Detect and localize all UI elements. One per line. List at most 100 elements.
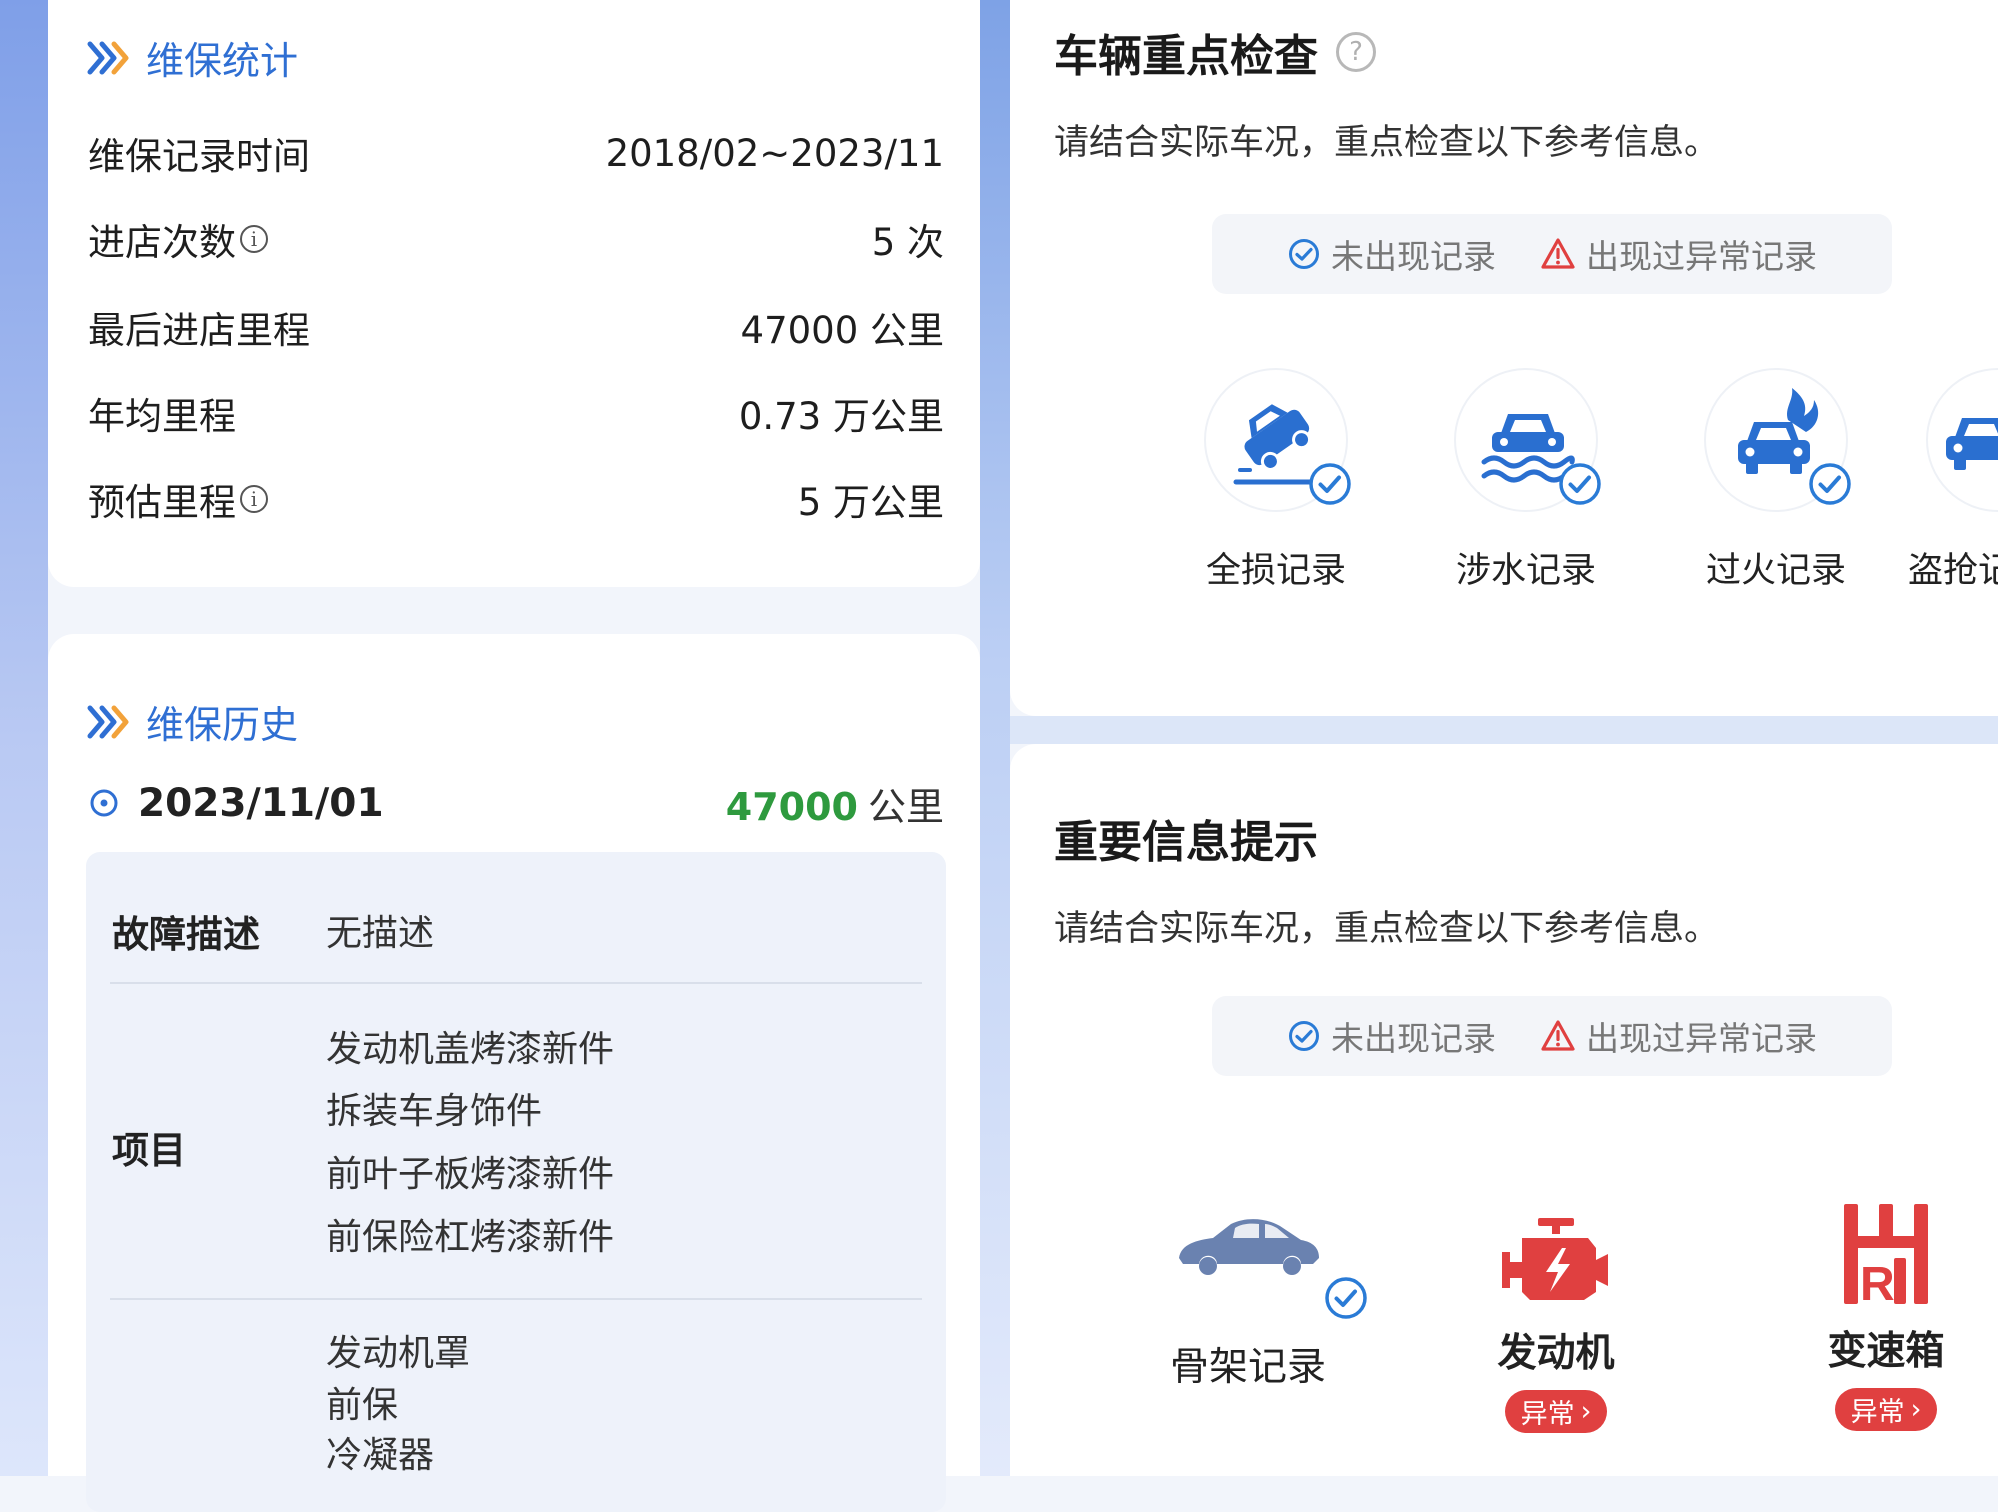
record-mileage: 47000 公里 xyxy=(726,776,944,831)
row-divider xyxy=(110,982,922,984)
status-legend: 未出现记录 出现过异常记录 xyxy=(1212,996,1892,1076)
help-question-icon[interactable]: ? xyxy=(1336,32,1376,72)
important-info-card: 重要信息提示 请结合实际车况，重点检查以下参考信息。 未出现记录 出现过异常记录 xyxy=(1010,744,1998,1476)
important-item-gearbox[interactable]: R 变速箱 异常 › xyxy=(1776,1192,1996,1431)
icon-circle xyxy=(1704,368,1851,512)
part-entry: 发动机罩 xyxy=(326,1333,471,1374)
abnormal-status-button[interactable]: 异常 › xyxy=(1504,1390,1608,1433)
fault-description-label: 故障描述 xyxy=(112,913,260,956)
stat-row-last-mileage: 最后进店里程 47000 公里 xyxy=(88,302,944,352)
info-icon[interactable]: i xyxy=(240,485,268,513)
abnormal-status-button[interactable]: 异常 › xyxy=(1834,1388,1938,1431)
important-info-subtitle: 请结合实际车况，重点检查以下参考信息。 xyxy=(1054,909,1720,949)
key-inspection-title: 车辆重点检查 xyxy=(1054,31,1318,82)
key-inspection-subtitle: 请结合实际车况，重点检查以下参考信息。 xyxy=(1054,123,1720,163)
inspection-item-flood[interactable]: 涉水记录 xyxy=(1426,368,1626,593)
maintenance-stats-card: 维保统计 维保记录时间 2018/02~2023/11 进店次数 i 5 次 最… xyxy=(48,0,980,587)
stat-value: 5 万公里 xyxy=(797,481,944,524)
section-title: 维保统计 xyxy=(146,39,299,83)
ok-check-badge-icon xyxy=(1309,463,1351,505)
record-date-group: 2023/11/01 xyxy=(88,781,384,826)
inspection-item-total-loss[interactable]: 全损记录 xyxy=(1176,368,1376,593)
check-circle-icon xyxy=(1289,239,1319,269)
items-label: 项目 xyxy=(112,1129,186,1172)
item-entry: 拆装车身饰件 xyxy=(326,1091,543,1132)
status-legend: 未出现记录 出现过异常记录 xyxy=(1212,214,1892,294)
inspection-item-fire[interactable]: 过火记录 xyxy=(1676,368,1876,593)
stat-value: 0.73 万公里 xyxy=(738,395,944,438)
double-chevron-icon xyxy=(87,705,129,738)
section-title: 维保历史 xyxy=(146,703,299,747)
part-entry: 冷凝器 xyxy=(326,1435,435,1476)
legend-ok: 未出现记录 xyxy=(1287,1012,1496,1060)
frame-icon-wrap xyxy=(1138,1192,1367,1319)
record-mileage-value: 47000 xyxy=(725,784,858,829)
chevron-right-icon: › xyxy=(1580,1396,1592,1427)
inspection-item-theft[interactable]: 盗抢记录 xyxy=(1906,368,1998,593)
stat-value: 5 次 xyxy=(871,221,944,264)
stat-label-text: 进店次数 xyxy=(88,221,236,264)
stat-label-with-info: 进店次数 i xyxy=(88,212,268,266)
legend-warn-label: 出现过异常记录 xyxy=(1586,237,1817,276)
warning-triangle-icon xyxy=(1541,1020,1575,1051)
ok-check-badge-icon xyxy=(1559,463,1601,505)
double-chevron-icon xyxy=(87,41,129,74)
important-item-engine[interactable]: 发动机 异常 › xyxy=(1446,1192,1666,1433)
important-item-label: 变速箱 xyxy=(1827,1329,1945,1374)
info-icon[interactable]: i xyxy=(240,225,268,253)
car-frame-icon xyxy=(1179,1219,1319,1275)
svg-text:R: R xyxy=(1860,1258,1895,1310)
stat-value: 2018/02~2023/11 xyxy=(605,131,944,175)
legend-warn: 出现过异常记录 xyxy=(1540,230,1817,278)
stat-label-with-info: 预估里程 i xyxy=(88,472,268,526)
inspection-item-label: 盗抢记录 xyxy=(1908,551,1998,591)
key-inspection-card: 车辆重点检查 ? 请结合实际车况，重点检查以下参考信息。 未出现记录 出现过异常… xyxy=(1010,0,1998,716)
key-inspection-title-row: 车辆重点检查 ? xyxy=(1054,20,1376,84)
icon-circle xyxy=(1454,368,1601,512)
maintenance-stats-header: 维保统计 xyxy=(86,30,298,85)
legend-warn: 出现过异常记录 xyxy=(1540,1012,1817,1060)
record-detail-box: 故障描述 无描述 项目 发动机盖烤漆新件 拆装车身饰件 前叶子板烤漆新件 前保险… xyxy=(86,852,946,1512)
record-mileage-unit: 公里 xyxy=(867,784,944,829)
stat-value: 47000 公里 xyxy=(740,309,944,352)
timeline-dot-icon xyxy=(90,789,118,817)
stat-row-estimated-mileage: 预估里程 i 5 万公里 xyxy=(88,474,944,524)
maintenance-history-header: 维保历史 xyxy=(86,694,298,749)
legend-ok: 未出现记录 xyxy=(1287,230,1496,278)
stat-row-annual-mileage: 年均里程 0.73 万公里 xyxy=(88,388,944,438)
ok-check-badge-icon xyxy=(1325,1277,1367,1319)
abnormal-status-label: 异常 xyxy=(1850,1397,1905,1428)
legend-ok-label: 未出现记录 xyxy=(1331,237,1496,276)
important-item-frame[interactable]: 骨架记录 xyxy=(1138,1192,1367,1392)
theft-car-icon xyxy=(1946,418,1998,470)
inspection-item-label: 全损记录 xyxy=(1205,551,1346,591)
important-info-title: 重要信息提示 xyxy=(1054,817,1318,868)
left-gradient-bar xyxy=(0,0,48,1476)
stat-row-record-period: 维保记录时间 2018/02~2023/11 xyxy=(88,128,944,179)
inspection-item-label: 过火记录 xyxy=(1705,551,1846,591)
column-divider xyxy=(980,0,1010,1476)
icon-circle xyxy=(1204,368,1351,512)
part-entry: 前保 xyxy=(326,1385,399,1426)
icon-circle xyxy=(1926,368,1998,512)
legend-ok-label: 未出现记录 xyxy=(1331,1019,1496,1058)
engine-icon xyxy=(1502,1218,1608,1300)
maintenance-history-card: 维保历史 2023/11/01 47000 公里 故障描述 无描述 项目 发动机盖… xyxy=(48,634,980,1512)
item-entry: 前保险杠烤漆新件 xyxy=(326,1217,615,1258)
fault-description-value: 无描述 xyxy=(326,913,435,954)
stat-label: 年均里程 xyxy=(88,395,236,438)
item-entry: 发动机盖烤漆新件 xyxy=(326,1029,615,1070)
record-date: 2023/11/01 xyxy=(138,780,384,826)
stat-label-text: 预估里程 xyxy=(88,481,236,524)
inspection-item-label: 涉水记录 xyxy=(1455,551,1596,591)
stat-row-visit-count: 进店次数 i 5 次 xyxy=(88,214,944,264)
stat-label: 维保记录时间 xyxy=(88,135,310,178)
warning-triangle-icon xyxy=(1541,238,1575,269)
legend-warn-label: 出现过异常记录 xyxy=(1586,1019,1817,1058)
chevron-right-icon: › xyxy=(1910,1394,1922,1425)
row-divider xyxy=(110,1298,922,1300)
important-item-label: 发动机 xyxy=(1497,1331,1615,1376)
ok-check-badge-icon xyxy=(1809,463,1851,505)
gearbox-icon: R xyxy=(1844,1204,1928,1311)
check-circle-icon xyxy=(1289,1021,1319,1051)
